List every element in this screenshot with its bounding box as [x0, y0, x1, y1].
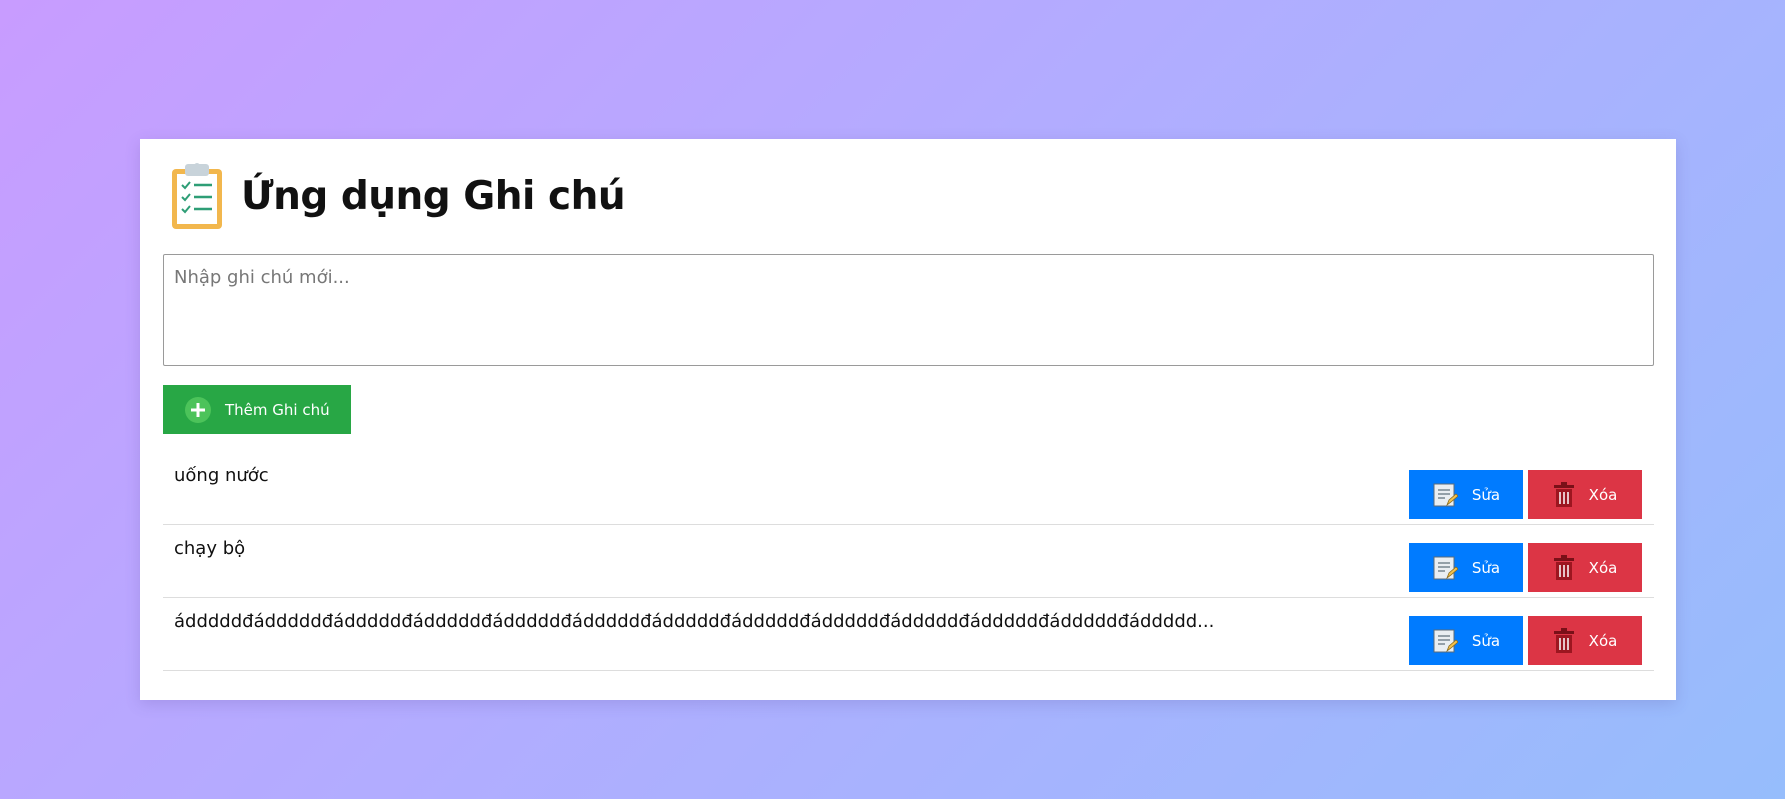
note-actions: Sửa Xóa	[1409, 464, 1642, 524]
clipboard-checklist-icon	[172, 163, 222, 229]
delete-label: Xóa	[1588, 558, 1618, 577]
trash-icon	[1553, 627, 1574, 653]
app-header: Ứng dụng Ghi chú	[163, 161, 1653, 232]
plus-circle-icon	[185, 396, 211, 423]
list-item: ádddddđádddddđádddddđádddddđádddddđádddd…	[163, 598, 1654, 671]
note-actions: Sửa Xóa	[1409, 537, 1642, 597]
page-title: Ứng dụng Ghi chú	[241, 174, 626, 219]
note-text: ádddddđádddddđádddddđádddddđádddddđádddd…	[174, 611, 1215, 632]
note-text: chạy bộ	[174, 538, 246, 559]
edit-note-icon	[1433, 629, 1458, 652]
trash-icon	[1553, 481, 1574, 507]
delete-button[interactable]: Xóa	[1528, 616, 1642, 665]
delete-button[interactable]: Xóa	[1528, 543, 1642, 592]
notes-app-card: Ứng dụng Ghi chú Thêm Ghi chú uống nước	[140, 139, 1676, 700]
notes-list: uống nước Sửa Xóa chạy bộ Sửa Xóa áddddd…	[163, 452, 1654, 671]
trash-icon	[1553, 554, 1574, 580]
delete-label: Xóa	[1588, 631, 1618, 650]
edit-note-icon	[1433, 483, 1458, 506]
edit-button[interactable]: Sửa	[1409, 470, 1523, 519]
list-item: uống nước Sửa Xóa	[163, 452, 1654, 525]
edit-label: Sửa	[1471, 631, 1501, 650]
new-note-input[interactable]	[163, 254, 1654, 366]
delete-button[interactable]: Xóa	[1528, 470, 1642, 519]
delete-label: Xóa	[1588, 485, 1618, 504]
note-actions: Sửa Xóa	[1409, 610, 1642, 670]
add-note-button[interactable]: Thêm Ghi chú	[163, 385, 351, 434]
edit-button[interactable]: Sửa	[1409, 616, 1523, 665]
list-item: chạy bộ Sửa Xóa	[163, 525, 1654, 598]
edit-label: Sửa	[1471, 558, 1501, 577]
edit-label: Sửa	[1471, 485, 1501, 504]
note-text: uống nước	[174, 465, 269, 486]
edit-note-icon	[1433, 556, 1458, 579]
add-note-label: Thêm Ghi chú	[225, 400, 330, 419]
edit-button[interactable]: Sửa	[1409, 543, 1523, 592]
